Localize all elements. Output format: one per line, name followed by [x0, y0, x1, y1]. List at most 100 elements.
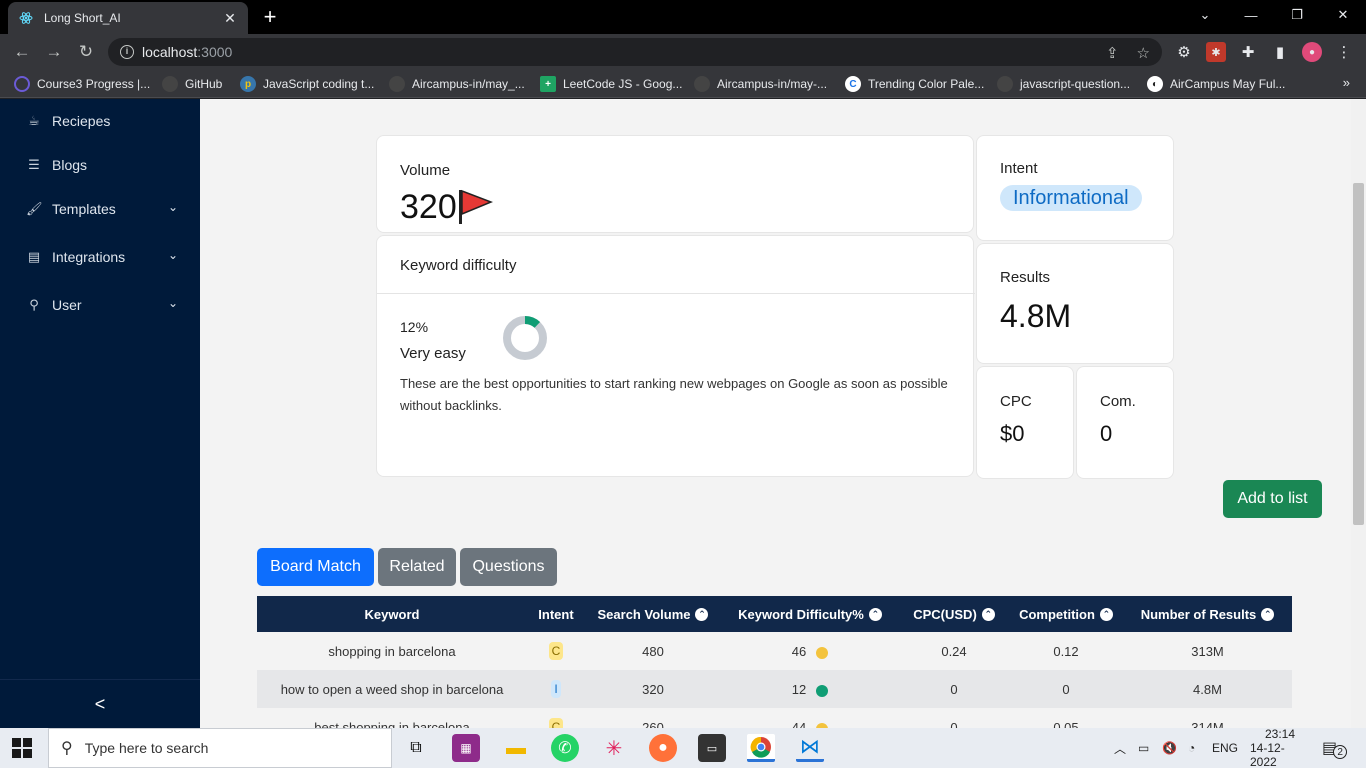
flag-icon [457, 188, 494, 231]
bookmark-item[interactable]: Aircampus-in/may-... [694, 75, 827, 93]
terminal-icon[interactable]: ▭ [698, 734, 726, 762]
windows-start-icon[interactable] [12, 738, 34, 760]
tab-related[interactable]: Related [378, 548, 456, 586]
donut-track [503, 316, 547, 360]
chrome-icon[interactable] [747, 734, 775, 762]
bookmark-item[interactable]: + LeetCode JS - Goog... [540, 75, 682, 93]
table-row[interactable]: how to open a weed shop in barcelona I 3… [257, 670, 1292, 708]
more-bookmarks-icon[interactable]: » [1343, 75, 1350, 90]
volume-label: Volume [400, 162, 451, 179]
tab-questions[interactable]: Questions [460, 548, 557, 586]
results-label: Results [1000, 269, 1051, 286]
tab-title: Long Short_AI [44, 11, 121, 25]
sheets-icon: + [540, 76, 556, 92]
kd-donut-chart [503, 316, 547, 360]
sidebar-item-templates[interactable]: 🖌 Templates ⌄ [26, 199, 186, 219]
browser-menu-icon[interactable]: ⋮ [1334, 42, 1354, 62]
side-panel-icon[interactable]: ▮ [1270, 42, 1290, 62]
header-competition[interactable]: Competition ⌃ [1009, 596, 1123, 632]
cpc-label: CPC [1000, 393, 1032, 410]
header-keyword-difficulty[interactable]: Keyword Difficulty% ⌃ [721, 596, 899, 632]
new-tab-button[interactable]: + [258, 6, 282, 28]
forward-icon[interactable]: → [42, 41, 66, 63]
volume-muted-icon[interactable]: 🔇 [1162, 728, 1177, 768]
firefox-icon[interactable]: ● [649, 734, 677, 762]
sidebar-item-user[interactable]: ⚲ User ⌄ [26, 295, 186, 315]
page-scrollbar[interactable] [1351, 99, 1366, 728]
cell-kd: 12 [791, 681, 807, 697]
notification-center-icon[interactable]: ▤ 2 [1322, 728, 1348, 768]
add-to-list-button[interactable]: Add to list [1223, 480, 1322, 518]
wifi-icon[interactable]: ◔ [1188, 728, 1195, 768]
file-explorer-icon[interactable]: ▬ [502, 734, 530, 762]
sidebar-item-integrations[interactable]: ▤ Integrations ⌄ [26, 247, 186, 267]
bookmark-item[interactable]: Aircampus-in/may_... [389, 75, 525, 93]
extensions-puzzle-icon[interactable]: ✚ [1238, 42, 1258, 62]
restore-button[interactable]: ❐ [1274, 0, 1320, 30]
cpc-card: CPC $0 [976, 366, 1074, 479]
github-icon [162, 76, 178, 92]
tab-board-match[interactable]: Board Match [257, 548, 374, 586]
bookmark-item[interactable]: Course3 Progress |... [14, 75, 150, 93]
header-number-of-results[interactable]: Number of Results ⌃ [1123, 596, 1292, 632]
integrations-icon: ▤ [27, 249, 41, 264]
bookmark-item[interactable]: p JavaScript coding t... [240, 75, 374, 93]
aircampus-icon: ◐ [1147, 76, 1163, 92]
close-tab-icon[interactable]: ✕ [222, 10, 238, 27]
battery-icon[interactable]: ▭ [1138, 728, 1149, 768]
template-icon: 🖌 [26, 201, 43, 216]
extension-gear-icon[interactable]: ⚙ [1174, 42, 1194, 62]
taskbar-search-input[interactable]: ⚲ Type here to search [48, 728, 392, 768]
sort-icon[interactable]: ⌃ [695, 607, 709, 621]
bookmark-item[interactable]: GitHub [162, 75, 222, 93]
winrar-icon[interactable]: ▦ [452, 734, 480, 762]
search-icon: ⚲ [61, 740, 73, 757]
clock[interactable]: 23:14 14-12-2022 [1250, 727, 1310, 768]
browser-toolbar: ← → ↻ i localhost :3000 ⇪ ☆ ⚙ ✱ ✚ ▮ ● ⋮ [0, 34, 1366, 70]
search-placeholder: Type here to search [84, 740, 209, 756]
minimize-button[interactable]: — [1228, 0, 1274, 30]
language-indicator[interactable]: ENG [1212, 728, 1238, 768]
sort-icon[interactable]: ⌃ [1261, 607, 1275, 621]
sort-icon[interactable]: ⌃ [981, 607, 995, 621]
bookmark-item[interactable]: javascript-question... [997, 75, 1130, 93]
sidebar-item-label: Reciepes [52, 113, 111, 129]
address-bar[interactable]: i localhost :3000 ⇪ ☆ [108, 38, 1162, 66]
tray-chevron-icon[interactable]: ︿ [1114, 728, 1126, 768]
sidebar-item-label: Integrations [52, 249, 126, 265]
back-icon[interactable]: ← [10, 41, 34, 63]
site-info-icon[interactable]: i [120, 45, 134, 59]
cpc-value: $0 [1000, 421, 1025, 446]
table-row[interactable]: shopping in barcelona C 480 46 0.24 0.12… [257, 632, 1292, 670]
cell-results: 313M [1191, 643, 1224, 659]
slack-icon[interactable]: ✳ [600, 734, 628, 762]
reload-icon[interactable]: ↻ [74, 41, 98, 63]
browser-tab[interactable]: Long Short_AI ✕ [8, 2, 248, 34]
tab-search-icon[interactable]: ⌄ [1182, 0, 1228, 30]
header-cpc[interactable]: CPC(USD) ⌃ [899, 596, 1009, 632]
header-intent[interactable]: Intent [527, 596, 585, 632]
task-view-icon[interactable]: ⧉ [402, 734, 430, 762]
scrollbar-thumb[interactable] [1353, 183, 1364, 525]
github-icon [694, 76, 710, 92]
vscode-icon[interactable]: ⋈ [796, 734, 824, 762]
bookmark-item[interactable]: ◐ AirCampus May Ful... [1147, 75, 1285, 93]
sidebar-collapse-button[interactable]: < [0, 679, 200, 728]
close-window-button[interactable]: ✕ [1320, 0, 1366, 30]
sidebar-item-recipes[interactable]: ☕ Reciepes [26, 111, 186, 131]
header-search-volume[interactable]: Search Volume ⌃ [585, 596, 721, 632]
table-row[interactable]: best shopping in barcelona C 260 44 0 0.… [257, 708, 1292, 728]
share-icon[interactable]: ⇪ [1106, 44, 1119, 62]
sidebar-item-blogs[interactable]: ☰ Blogs [26, 155, 186, 175]
bookmark-star-icon[interactable]: ☆ [1137, 44, 1150, 62]
header-keyword[interactable]: Keyword [257, 596, 527, 632]
profile-avatar[interactable]: ● [1302, 42, 1322, 62]
sort-icon[interactable]: ⌃ [868, 607, 882, 621]
bookmark-item[interactable]: C Trending Color Pale... [845, 75, 984, 93]
extension-red-icon[interactable]: ✱ [1206, 42, 1226, 62]
blog-icon: ☰ [28, 157, 40, 172]
sort-icon[interactable]: ⌃ [1099, 607, 1113, 621]
whatsapp-icon[interactable]: ✆ [551, 734, 579, 762]
windows-taskbar: ⚲ Type here to search ⧉ ▦ ▬ ✆ ✳ ● ▭ ⋈ ︿ … [0, 727, 1366, 768]
cell-kd: 46 [791, 643, 807, 659]
